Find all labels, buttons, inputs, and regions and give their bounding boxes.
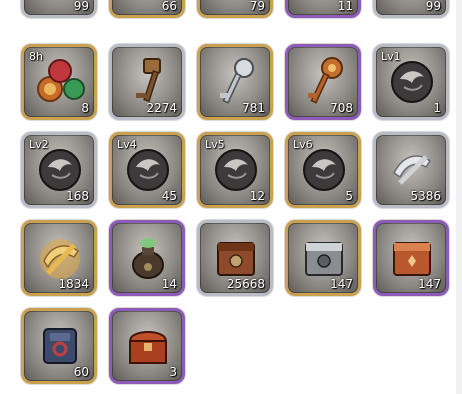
inventory-slot[interactable]: Lv2 168 (21, 132, 97, 208)
inventory-slot[interactable]: 8h 8 (21, 44, 97, 120)
inventory-slot[interactable]: 2274 (109, 44, 185, 120)
item-count: 60 (73, 365, 89, 379)
gold-scroll-icon (34, 231, 86, 283)
item-count: 14 (161, 277, 177, 291)
item-count: 3 (169, 365, 177, 379)
item-level-tag: Lv1 (381, 50, 401, 63)
inventory-slot[interactable]: 147 (285, 220, 361, 296)
inventory-slot[interactable]: Lv4 45 (109, 132, 185, 208)
item-count: 2274 (146, 101, 177, 115)
silver-key-icon (210, 55, 262, 107)
inventory-slot[interactable]: 5386 (373, 132, 449, 208)
item-count: 1834 (58, 277, 89, 291)
inventory-slot[interactable]: 79 (197, 0, 273, 18)
item-count: 99 (425, 0, 441, 13)
inventory-slot[interactable]: 99 (373, 0, 449, 18)
item-count: 8 (81, 101, 89, 115)
blue-box-icon (34, 319, 86, 371)
red-chest-icon (386, 231, 438, 283)
item-level-tag: Lv2 (29, 138, 49, 151)
item-count: 708 (330, 101, 353, 115)
item-count: 5386 (410, 189, 441, 203)
inventory-slot[interactable]: 66 (109, 0, 185, 18)
item-level-tag: Lv4 (117, 138, 137, 151)
item-count: 66 (161, 0, 177, 13)
inventory-slot[interactable]: 25668 (197, 220, 273, 296)
inventory-slot[interactable]: Lv5 12 (197, 132, 273, 208)
bronze-key-icon (122, 55, 174, 107)
inventory-slot[interactable]: Lv6 5 (285, 132, 361, 208)
inventory-slot[interactable]: 3 (109, 308, 185, 384)
item-count: 781 (242, 101, 265, 115)
item-count: 79 (249, 0, 265, 13)
inventory-grid: 99 66 79 11 99 8h 8 2274 781 708 Lv1 1 Lv2 168 … (0, 0, 462, 394)
item-count: 99 (73, 0, 89, 13)
bronze-chest-icon (210, 231, 262, 283)
item-level-tag: Lv6 (293, 138, 313, 151)
item-count: 147 (418, 277, 441, 291)
inventory-slot[interactable]: 99 (21, 0, 97, 18)
ornate-key-icon (298, 55, 350, 107)
inventory-slot[interactable]: 11 (285, 0, 361, 18)
item-count: 25668 (226, 277, 265, 291)
item-level-tag: 8h (29, 50, 43, 63)
item-count: 11 (337, 0, 353, 13)
item-count: 168 (66, 189, 89, 203)
inventory-slot[interactable]: Lv1 1 (373, 44, 449, 120)
item-count: 45 (161, 189, 177, 203)
inventory-slot[interactable]: 14 (109, 220, 185, 296)
inventory-slot[interactable]: 1834 (21, 220, 97, 296)
treasure-chest-icon (122, 319, 174, 371)
inventory-slot[interactable]: 708 (285, 44, 361, 120)
inventory-slot[interactable]: 147 (373, 220, 449, 296)
silver-chest-icon (298, 231, 350, 283)
item-count: 147 (330, 277, 353, 291)
item-count: 5 (345, 189, 353, 203)
item-count: 1 (433, 101, 441, 115)
scrollbar-track[interactable] (456, 0, 462, 394)
inventory-slot[interactable]: 781 (197, 44, 273, 120)
silver-scroll-icon (386, 143, 438, 195)
inventory-slot[interactable]: 60 (21, 308, 97, 384)
potion-pot-icon (122, 231, 174, 283)
item-count: 12 (249, 189, 265, 203)
item-level-tag: Lv5 (205, 138, 225, 151)
